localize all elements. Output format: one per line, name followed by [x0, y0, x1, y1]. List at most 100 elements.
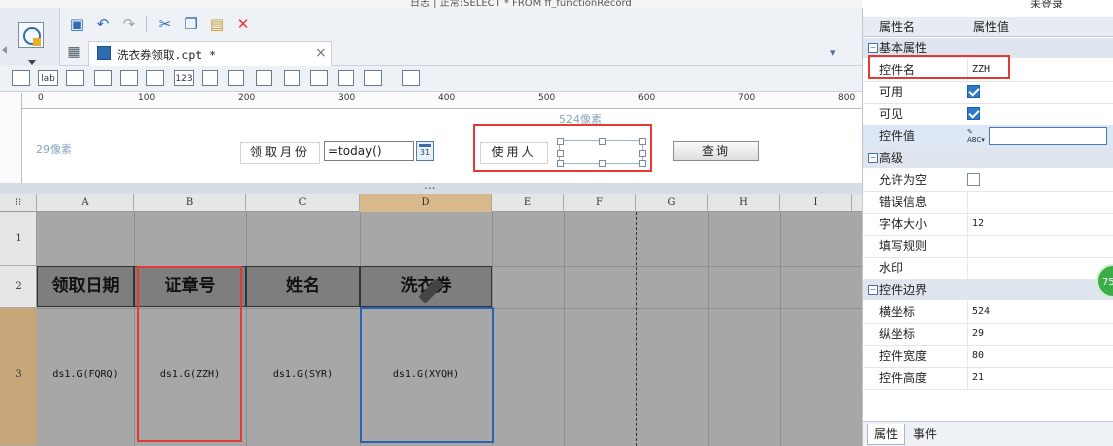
property-row[interactable]: 字体大小 12 [863, 213, 1113, 236]
visible-checkbox[interactable] [967, 107, 980, 120]
property-row[interactable]: 控件高度 21 [863, 367, 1113, 390]
collapse-icon[interactable]: − [868, 153, 878, 163]
allow-empty-checkbox[interactable] [967, 173, 980, 186]
property-value[interactable]: 524 [967, 301, 1113, 323]
property-name: 控件值 [879, 129, 916, 143]
property-row[interactable]: 可用 [863, 81, 1113, 104]
data-cell[interactable]: ds1.G(SYR) [246, 308, 360, 442]
save-icon[interactable]: ▣ [68, 15, 86, 33]
button-widget-icon[interactable] [66, 70, 84, 86]
tab-properties[interactable]: 属性 [867, 424, 906, 445]
undo-icon[interactable]: ↶ [94, 15, 112, 33]
property-row[interactable]: 允许为空 [863, 169, 1113, 192]
group-label: 高级 [879, 151, 904, 165]
control-value-input[interactable] [989, 127, 1107, 145]
property-row[interactable]: 纵坐标 29 [863, 323, 1113, 346]
textarea-widget-icon[interactable] [284, 70, 300, 86]
resize-handle[interactable] [599, 138, 606, 145]
property-value[interactable] [967, 235, 1113, 257]
select-all-icon[interactable]: ⁝⁝ [0, 194, 37, 212]
column-header[interactable]: H [708, 194, 780, 212]
grid-home-icon[interactable]: ▦ [66, 44, 82, 60]
tab-events[interactable]: 事件 [907, 424, 943, 444]
paste-icon[interactable]: ▤ [208, 15, 226, 33]
column-header-selected[interactable]: D [360, 194, 492, 212]
group-border[interactable]: − 控件边界 [863, 280, 1113, 300]
column-header[interactable]: F [564, 194, 636, 212]
property-row[interactable]: 填写规则 [863, 235, 1113, 258]
column-header[interactable]: I [780, 194, 852, 212]
listbox-widget-icon[interactable] [120, 70, 138, 86]
control-value-type-icon[interactable]: ✎ ABC▾ [967, 128, 987, 144]
resize-handle[interactable] [639, 160, 646, 167]
chevron-down-icon[interactable] [28, 60, 36, 65]
month-input[interactable]: =today() [324, 141, 414, 161]
header-cell[interactable]: 领取日期 [37, 266, 134, 307]
property-row-selected[interactable]: 控件值 ✎ ABC▾ [863, 125, 1113, 148]
password-widget-icon[interactable] [310, 70, 328, 86]
resize-handle[interactable] [639, 138, 646, 145]
radio-group-widget-icon[interactable] [228, 70, 244, 86]
checkbox-widget-icon[interactable] [338, 70, 354, 86]
property-row[interactable]: 可见 [863, 103, 1113, 126]
close-icon[interactable]: × [315, 45, 327, 61]
property-value[interactable]: 12 [967, 213, 1113, 235]
edit-widget-icon[interactable] [402, 70, 420, 86]
property-value[interactable]: 21 [967, 367, 1113, 389]
column-header[interactable]: G [636, 194, 708, 212]
date-widget-icon[interactable] [146, 70, 164, 86]
redo-icon[interactable]: ↷ [120, 15, 138, 33]
column-header[interactable]: A [37, 194, 134, 212]
split-divider[interactable]: ... [0, 178, 862, 194]
preview-icon[interactable] [18, 22, 44, 48]
collapse-icon[interactable]: − [868, 285, 878, 295]
property-row[interactable]: 错误信息 [863, 191, 1113, 214]
property-value[interactable]: 80 [967, 345, 1113, 367]
property-value[interactable] [967, 257, 1113, 279]
row-header[interactable]: 1 [0, 212, 37, 266]
resize-handle[interactable] [557, 138, 564, 145]
form-canvas[interactable]: 524像素 29像素 领取月份 =today() 31 使用人 查询 [22, 109, 862, 183]
textbox-widget-icon[interactable] [12, 70, 30, 86]
cut-icon[interactable]: ✂ [156, 15, 174, 33]
enabled-checkbox[interactable] [967, 85, 980, 98]
property-row[interactable]: 横坐标 524 [863, 301, 1113, 324]
calendar-icon[interactable]: 31 [416, 141, 434, 161]
query-button[interactable]: 查询 [673, 141, 759, 161]
label-widget-icon[interactable]: lab [38, 70, 58, 86]
header-cell[interactable]: 姓名 [246, 266, 360, 307]
selected-cell[interactable] [360, 307, 494, 443]
resize-handle[interactable] [599, 160, 606, 167]
resize-handle[interactable] [557, 150, 564, 157]
properties-header: 属性名 属性值 [863, 17, 1113, 37]
combobox-widget-icon[interactable] [94, 70, 112, 86]
column-header[interactable]: B [134, 194, 246, 212]
column-header[interactable]: E [492, 194, 564, 212]
widget-toolbar: lab 123 [0, 66, 862, 92]
property-name: 填写规则 [879, 239, 928, 253]
tab-menu-icon[interactable]: ▾ [830, 46, 842, 59]
report-grid[interactable]: ⁝⁝ A B C D E F G H I 1 2 3 领取日期 证章号 姓名 洗… [0, 194, 862, 446]
data-cell[interactable]: ds1.G(FQRQ) [37, 308, 134, 442]
row-header[interactable]: 2 [0, 266, 37, 308]
tab-file[interactable]: 洗衣券领取.cpt * × [88, 41, 332, 66]
property-value[interactable] [967, 191, 1113, 213]
column-header[interactable]: C [246, 194, 360, 212]
user-input[interactable] [557, 138, 646, 167]
property-row[interactable]: 水印 [863, 257, 1113, 280]
checkbox-group-widget-icon[interactable] [256, 70, 272, 86]
resize-handle[interactable] [639, 150, 646, 157]
number-widget-icon[interactable]: 123 [174, 70, 194, 86]
group-advanced[interactable]: − 高级 [863, 148, 1113, 168]
collapse-icon[interactable]: − [868, 43, 878, 53]
status-text: 日志 | 正常:SELECT * FROM ff_functionRecord [410, 0, 632, 8]
delete-icon[interactable]: ✕ [234, 15, 252, 33]
collapse-left-icon[interactable] [2, 46, 7, 54]
table-widget-icon[interactable] [202, 70, 218, 86]
copy-icon[interactable]: ❐ [182, 15, 200, 33]
property-row[interactable]: 控件宽度 80 [863, 345, 1113, 368]
row-header-selected[interactable]: 3 [0, 308, 37, 446]
property-value[interactable]: 29 [967, 323, 1113, 345]
tree-widget-icon[interactable] [364, 70, 382, 86]
resize-handle[interactable] [557, 160, 564, 167]
